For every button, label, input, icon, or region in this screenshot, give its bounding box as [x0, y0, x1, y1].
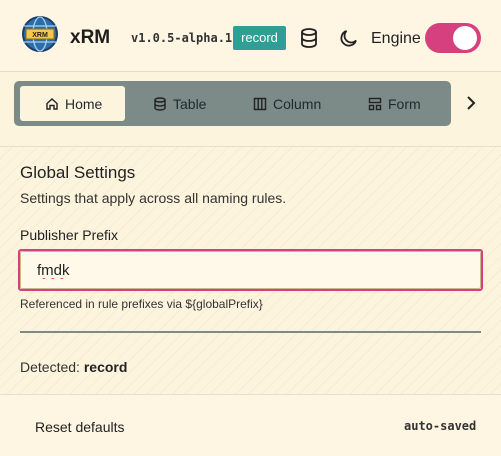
tab-table[interactable]: Table: [153, 86, 206, 121]
tab-column-label: Column: [273, 95, 322, 112]
entity-badge: record: [233, 26, 286, 50]
section-description: Settings that apply across all naming ru…: [20, 190, 287, 206]
database-icon[interactable]: [298, 27, 320, 49]
nav-tabs: Home Table Column Form: [14, 81, 451, 126]
columns-icon: [253, 97, 267, 110]
form-icon: [368, 97, 382, 110]
app-name: xRM: [70, 27, 111, 48]
toggle-knob: [453, 26, 477, 50]
divider: [20, 331, 481, 333]
tab-form[interactable]: Form: [368, 86, 421, 121]
tab-home[interactable]: Home: [20, 86, 125, 121]
tab-table-label: Table: [173, 95, 207, 112]
app-header: XRM xRM v1.0.5-alpha.1 record Engine: [0, 0, 501, 72]
publisher-prefix-label: Publisher Prefix: [20, 227, 119, 243]
chevron-right-icon[interactable]: [462, 94, 480, 112]
prefix-hint: Referenced in rule prefixes via ${global…: [20, 297, 263, 311]
detected-entity: Detected: record: [20, 359, 127, 375]
database-icon: [154, 96, 166, 111]
autosave-status: auto-saved: [404, 419, 477, 433]
globe-logo-icon: XRM: [22, 16, 58, 52]
detected-label: Detected:: [20, 359, 80, 375]
footer: Reset defaults auto-saved: [0, 394, 501, 456]
detected-value: record: [83, 359, 128, 375]
reset-defaults-button[interactable]: Reset defaults: [35, 419, 125, 435]
publisher-prefix-input[interactable]: [20, 251, 481, 289]
tab-column[interactable]: Column: [253, 86, 321, 121]
home-icon: [46, 97, 58, 110]
engine-toggle[interactable]: [425, 23, 481, 53]
settings-panel: Global Settings Settings that apply acro…: [0, 146, 501, 394]
tab-form-label: Form: [388, 95, 421, 112]
publisher-prefix-field: [18, 249, 483, 291]
svg-text:XRM: XRM: [32, 32, 48, 39]
section-title: Global Settings: [20, 163, 136, 182]
moon-icon[interactable]: [338, 27, 360, 49]
tab-home-label: Home: [65, 95, 103, 112]
engine-label: Engine: [371, 30, 421, 47]
version-label: v1.0.5-alpha.1: [131, 31, 233, 45]
